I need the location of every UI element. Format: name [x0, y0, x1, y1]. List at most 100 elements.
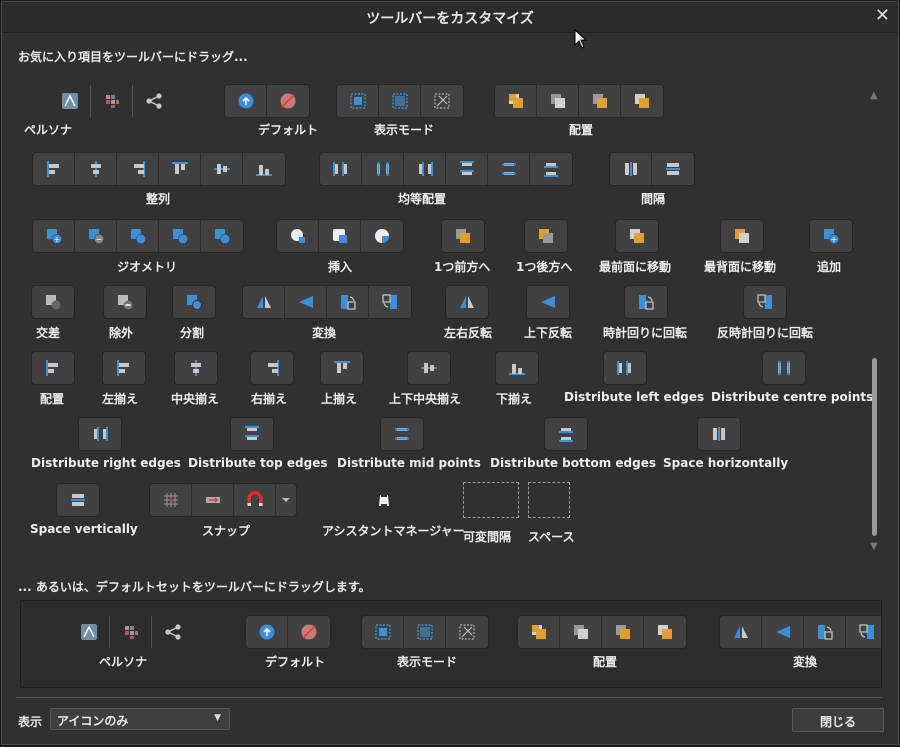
toolbar-item-group[interactable] [743, 285, 787, 319]
flip-horizontal-icon[interactable] [720, 616, 762, 648]
distribute-centre-icon[interactable] [362, 153, 404, 185]
intersect-icon[interactable] [32, 286, 74, 318]
align-left-icon[interactable] [32, 352, 74, 384]
align-bottom-icon[interactable] [496, 352, 538, 384]
toolbar-item-group[interactable] [224, 84, 310, 118]
toolbar-item-group[interactable] [56, 483, 100, 517]
back-one-icon[interactable] [525, 220, 567, 252]
distribute-top-icon[interactable] [446, 153, 488, 185]
palette-scrollbar[interactable]: ▲ ▼ [868, 90, 882, 552]
distribute-right-icon[interactable] [79, 418, 121, 450]
toolbar-item-group[interactable] [276, 219, 404, 253]
space-horizontal-icon[interactable] [698, 418, 740, 450]
align-middle-icon[interactable] [201, 153, 243, 185]
pixel-persona-icon[interactable] [110, 616, 152, 648]
toolbar-item-group[interactable] [174, 351, 218, 385]
space-vertical-icon[interactable] [652, 153, 694, 185]
toolbar-item-group[interactable] [250, 351, 294, 385]
space-vertical-icon[interactable] [57, 484, 99, 516]
add-icon[interactable]: + [810, 220, 852, 252]
distribute-bottom-icon[interactable] [545, 418, 587, 450]
toolbar-item-group[interactable] [609, 152, 695, 186]
toolbar-item-group[interactable] [149, 483, 297, 517]
toolbar-item-group[interactable] [615, 219, 659, 253]
default-toolbar-set[interactable]: ペルソナ デフォルト 表示モード 配置 変換 [20, 600, 882, 688]
arrange-front-icon[interactable] [644, 616, 686, 648]
snapping-magnet-icon[interactable] [234, 484, 276, 516]
subtract-icon[interactable] [104, 286, 146, 318]
rotate-right-icon[interactable] [625, 286, 667, 318]
toolbar-item-group[interactable] [494, 84, 664, 118]
align-bottom-icon[interactable] [243, 153, 285, 185]
toolbar-item-group[interactable] [697, 417, 741, 451]
assistant-disabled-icon[interactable] [288, 616, 330, 648]
insert-inside-icon[interactable] [361, 220, 403, 252]
toolbar-item-group[interactable] [336, 84, 464, 118]
arrange-front-icon[interactable] [621, 85, 663, 117]
export-persona-icon[interactable] [133, 85, 175, 117]
view-mode-normal-icon[interactable] [362, 616, 404, 648]
toolbar-item-group[interactable] [762, 351, 806, 385]
toolbar-item-group[interactable] [362, 483, 406, 517]
scroll-down-icon[interactable]: ▼ [870, 541, 878, 552]
toolbar-item-group[interactable] [242, 285, 412, 319]
snapping-settings-icon[interactable] [192, 484, 234, 516]
scroll-up-icon[interactable]: ▲ [870, 90, 878, 101]
rotate-right-icon[interactable] [804, 616, 846, 648]
toolbar-item-group[interactable] [407, 351, 451, 385]
to-front-icon[interactable] [616, 220, 658, 252]
assistant-disabled-icon[interactable] [267, 85, 309, 117]
insert-behind-icon[interactable] [277, 220, 319, 252]
rotate-left-icon[interactable] [369, 286, 411, 318]
spacer-placeholder[interactable] [463, 482, 519, 518]
align-center-icon[interactable] [175, 352, 217, 384]
align-top-icon[interactable] [159, 153, 201, 185]
flip-horizontal-icon[interactable] [446, 286, 488, 318]
view-mode-normal-icon[interactable] [337, 85, 379, 117]
geometry-intersect-icon[interactable] [117, 220, 159, 252]
toolbar-item-group[interactable]: + [809, 219, 853, 253]
align-top-icon[interactable] [321, 352, 363, 384]
toolbar-item-group[interactable] [319, 152, 573, 186]
flip-horizontal-icon[interactable] [243, 286, 285, 318]
distribute-mid-icon[interactable] [381, 418, 423, 450]
scrollbar-thumb[interactable] [872, 358, 877, 536]
toolbar-item-group[interactable] [720, 219, 764, 253]
distribute-left-icon[interactable] [604, 352, 646, 384]
geometry-subtract-icon[interactable]: − [75, 220, 117, 252]
align-right-icon[interactable] [117, 153, 159, 185]
export-persona-icon[interactable] [152, 616, 194, 648]
view-mode-bleed-icon[interactable] [379, 85, 421, 117]
distribute-right-icon[interactable] [404, 153, 446, 185]
assistant-manager-icon[interactable] [363, 484, 405, 516]
geometry-divide-icon[interactable] [201, 220, 243, 252]
toolbar-item-group[interactable] [32, 152, 286, 186]
space-horizontal-icon[interactable] [610, 153, 652, 185]
affinity-persona-icon[interactable] [49, 85, 91, 117]
align-left-icon[interactable] [33, 153, 75, 185]
flip-vertical-icon[interactable] [527, 286, 569, 318]
assistant-upload-icon[interactable] [246, 616, 288, 648]
align-left-icon[interactable] [103, 352, 145, 384]
arrange-back-icon[interactable] [518, 616, 560, 648]
toolbar-item-group[interactable] [624, 285, 668, 319]
rotate-left-icon[interactable] [744, 286, 786, 318]
view-mode-wireframe-icon[interactable] [421, 85, 463, 117]
toolbar-item-group[interactable] [48, 84, 176, 118]
toolbar-item-group[interactable] [495, 351, 539, 385]
align-right-icon[interactable] [251, 352, 293, 384]
align-middle-icon[interactable] [408, 352, 450, 384]
toolbar-item-group[interactable]: + − [32, 219, 244, 253]
align-center-icon[interactable] [75, 153, 117, 185]
to-back-icon[interactable] [721, 220, 763, 252]
rotate-right-icon[interactable] [327, 286, 369, 318]
toolbar-item-group[interactable] [524, 219, 568, 253]
distribute-centre-icon[interactable] [763, 352, 805, 384]
arrange-back-icon[interactable] [495, 85, 537, 117]
flip-vertical-icon[interactable] [285, 286, 327, 318]
toolbar-item-group[interactable] [603, 351, 647, 385]
toolbar-item-group[interactable] [526, 285, 570, 319]
view-mode-wireframe-icon[interactable] [446, 616, 488, 648]
rotate-left-icon[interactable] [846, 616, 881, 648]
affinity-persona-icon[interactable] [68, 616, 110, 648]
